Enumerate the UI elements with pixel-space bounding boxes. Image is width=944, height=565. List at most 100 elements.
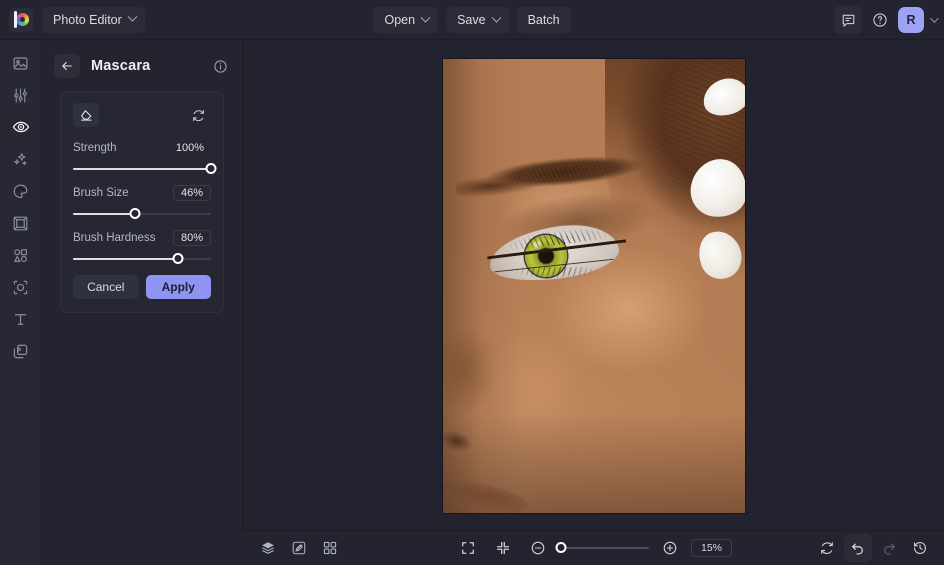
eraser-icon xyxy=(80,109,92,121)
overlay-icon xyxy=(13,280,28,294)
image-link-icon xyxy=(292,541,306,555)
slider-brush-size-value[interactable]: 46% xyxy=(173,185,211,201)
app-logo[interactable] xyxy=(0,0,42,40)
slider-brush-hardness-track[interactable] xyxy=(73,252,211,266)
cancel-button[interactable]: Cancel xyxy=(73,275,139,299)
sparkles-icon xyxy=(14,152,27,165)
panel-back-button[interactable] xyxy=(54,54,80,78)
mode-selector-label: Photo Editor xyxy=(53,12,122,27)
chat-bubble-icon xyxy=(842,14,854,27)
frame-icon xyxy=(13,216,28,230)
zoom-slider-handle[interactable] xyxy=(555,542,567,553)
sidebar-item-layers[interactable] xyxy=(5,337,37,365)
panel-header: Mascara xyxy=(42,47,242,85)
save-button-label: Save xyxy=(457,13,486,27)
chevron-down-icon xyxy=(491,12,502,23)
erase-brush-button[interactable] xyxy=(73,103,99,127)
open-button[interactable]: Open xyxy=(373,7,439,33)
grid-icon xyxy=(323,541,337,555)
undo-button[interactable] xyxy=(844,534,872,562)
actual-size-button[interactable] xyxy=(489,534,517,562)
zoom-in-button[interactable] xyxy=(656,534,684,562)
zoom-slider[interactable] xyxy=(555,541,649,555)
question-circle-icon xyxy=(873,13,887,27)
page-title: Mascara xyxy=(91,58,151,74)
slider-strength: Strength 100% xyxy=(73,140,217,176)
avatar[interactable]: R xyxy=(898,7,924,33)
sidebar-item-edit[interactable] xyxy=(5,49,37,77)
zoom-plus-icon xyxy=(663,541,677,555)
slider-strength-track[interactable] xyxy=(73,162,217,176)
slider-brush-hardness: Brush Hardness 80% xyxy=(73,230,211,266)
sidebar-item-effects[interactable] xyxy=(5,145,37,173)
arrow-left-icon xyxy=(62,61,72,71)
mode-selector[interactable]: Photo Editor xyxy=(42,6,145,33)
slider-brush-size: Brush Size 46% xyxy=(73,185,211,221)
redo-button[interactable] xyxy=(875,534,903,562)
batch-button-label: Batch xyxy=(527,13,560,27)
sidebar-item-artsy[interactable] xyxy=(5,177,37,205)
image-manager-button[interactable] xyxy=(285,534,313,562)
reset-image-button[interactable] xyxy=(813,534,841,562)
brush-mode-tools xyxy=(73,103,211,127)
edited-photo[interactable] xyxy=(443,59,745,513)
sidebar-item-graphics[interactable] xyxy=(5,241,37,269)
layers-icon xyxy=(262,542,274,554)
tool-panel: Mascara Strength 100% Brush Size 46% Bru… xyxy=(42,40,242,565)
palette-icon xyxy=(13,184,28,198)
sidebar-item-touchup[interactable] xyxy=(5,113,37,141)
bottom-left-tools xyxy=(254,534,344,562)
panel-info-button[interactable] xyxy=(210,56,230,76)
left-tool-rail xyxy=(0,40,42,565)
mascara-settings-card: Strength 100% Brush Size 46% Brush Hardn… xyxy=(60,91,224,313)
feedback-button[interactable] xyxy=(834,6,862,34)
reset-icon xyxy=(192,109,204,121)
history-controls xyxy=(813,534,934,562)
panel-actions: Cancel Apply xyxy=(73,275,211,299)
top-toolbar: Photo Editor Open Save Batch R xyxy=(0,0,944,40)
open-button-label: Open xyxy=(384,13,416,27)
befunky-logo-icon xyxy=(9,7,33,32)
chevron-down-icon xyxy=(127,11,138,22)
layers-copy-icon xyxy=(13,344,28,358)
bottom-toolbar: 15% xyxy=(242,530,944,565)
grid-view-button[interactable] xyxy=(316,534,344,562)
undo-icon xyxy=(852,543,863,555)
history-icon xyxy=(914,542,926,554)
sidebar-item-frames[interactable] xyxy=(5,209,37,237)
zoom-out-button[interactable] xyxy=(524,534,552,562)
slider-brush-size-track[interactable] xyxy=(73,207,211,221)
zoom-level-value[interactable]: 15% xyxy=(690,539,732,557)
sidebar-item-adjust[interactable] xyxy=(5,81,37,109)
text-icon xyxy=(14,313,27,325)
history-button[interactable] xyxy=(906,534,934,562)
chevron-down-icon[interactable] xyxy=(930,14,939,23)
image-icon xyxy=(13,56,28,70)
collapse-arrows-icon xyxy=(496,541,510,555)
save-button[interactable]: Save xyxy=(446,7,509,33)
eye-icon xyxy=(12,121,29,133)
shapes-icon xyxy=(14,248,27,262)
photo-editor-app: Photo Editor Open Save Batch R Mascara S… xyxy=(0,0,944,565)
chevron-down-icon xyxy=(420,12,431,23)
slider-brush-size-handle[interactable] xyxy=(129,208,141,219)
slider-strength-value[interactable]: 100% xyxy=(169,140,211,156)
slider-brush-hardness-value[interactable]: 80% xyxy=(173,230,211,246)
zoom-minus-icon xyxy=(531,541,545,555)
slider-strength-label: Strength xyxy=(73,142,117,154)
top-right-actions: R xyxy=(834,0,939,40)
apply-button[interactable]: Apply xyxy=(145,275,211,299)
layers-button[interactable] xyxy=(254,534,282,562)
slider-strength-handle[interactable] xyxy=(205,163,217,174)
reset-brush-button[interactable] xyxy=(185,103,211,127)
batch-button[interactable]: Batch xyxy=(516,7,571,33)
slider-brush-hardness-label: Brush Hardness xyxy=(73,232,156,244)
fit-to-screen-button[interactable] xyxy=(454,534,482,562)
canvas-area[interactable] xyxy=(242,40,944,530)
slider-brush-hardness-handle[interactable] xyxy=(172,253,184,264)
sidebar-item-text[interactable] xyxy=(5,305,37,333)
sidebar-item-overlays[interactable] xyxy=(5,273,37,301)
help-button[interactable] xyxy=(866,6,894,34)
reset-icon xyxy=(821,542,833,554)
slider-brush-size-label: Brush Size xyxy=(73,187,129,199)
